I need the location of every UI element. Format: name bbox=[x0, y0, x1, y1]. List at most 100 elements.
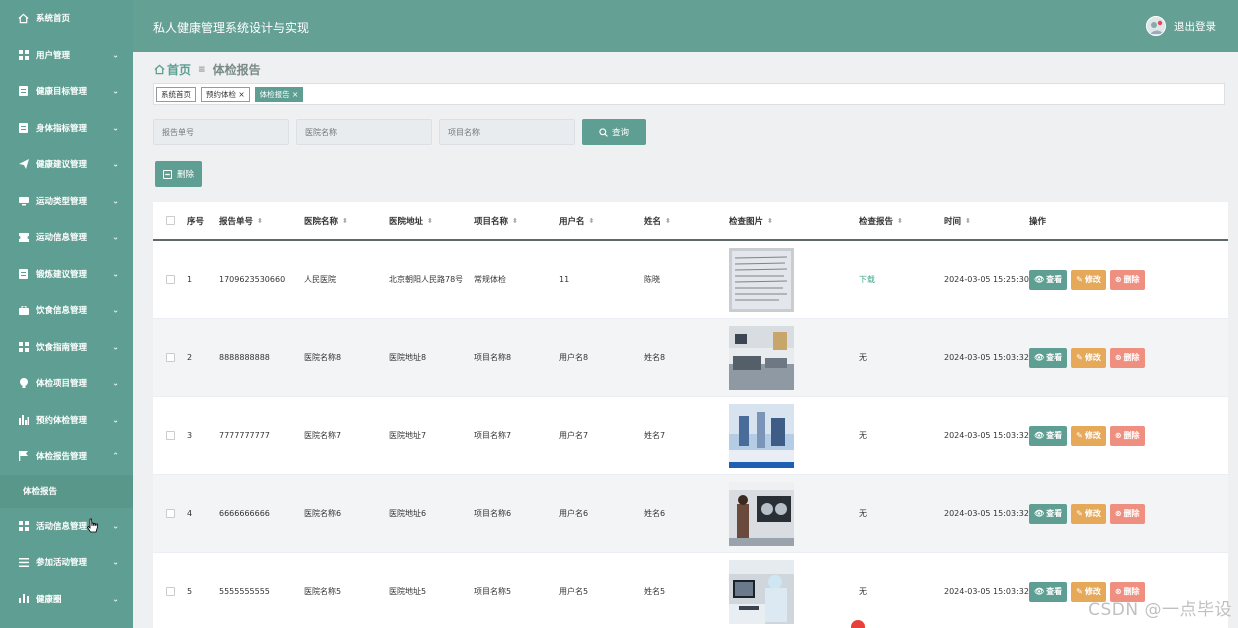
col-item[interactable]: 项目名称 ⬍ bbox=[474, 215, 559, 227]
tag-report[interactable]: 体检报告 × bbox=[254, 86, 304, 102]
chevron-down-icon: ⌄ bbox=[112, 50, 119, 60]
avatar[interactable] bbox=[1146, 16, 1166, 36]
tag-home[interactable]: 系统首页 bbox=[156, 86, 196, 102]
download-link[interactable]: 下载 bbox=[859, 274, 875, 285]
cell-name: 姓名6 bbox=[644, 509, 666, 518]
col-label: 医院名称 bbox=[304, 216, 339, 227]
logout-link[interactable]: 退出登录 bbox=[1174, 19, 1216, 34]
view-button[interactable]: 👁 查看 bbox=[1029, 503, 1068, 524]
delete-button[interactable]: ⊗ 删除 bbox=[1109, 269, 1145, 290]
edit-label: 修改 bbox=[1084, 275, 1101, 284]
delete-button[interactable]: ⊗ 删除 bbox=[1109, 425, 1145, 446]
breadcrumb-home[interactable]: 首页 bbox=[167, 61, 191, 78]
checkup-image[interactable] bbox=[729, 247, 794, 312]
col-image[interactable]: 检查图片 ⬍ bbox=[729, 215, 859, 227]
col-label: 检查报告 bbox=[859, 216, 894, 227]
report-no-input[interactable] bbox=[153, 119, 289, 145]
table-row: 2 8888888888 医院名称8 医院地址8 项目名称8 用户名8 姓名8 … bbox=[153, 319, 1228, 397]
col-report[interactable]: 检查报告 ⬍ bbox=[859, 215, 944, 227]
cell-username: 用户名7 bbox=[559, 431, 589, 440]
doc-icon bbox=[18, 86, 29, 97]
edit-button[interactable]: ✎ 修改 bbox=[1071, 503, 1106, 524]
col-label: 用户名 bbox=[559, 216, 585, 227]
cell-report: 无 bbox=[859, 353, 867, 362]
row-checkbox[interactable] bbox=[165, 509, 175, 518]
edit-button[interactable]: ✎ 修改 bbox=[1071, 269, 1106, 290]
chevron-down-icon: ⌄ bbox=[112, 342, 119, 352]
sidebar-item-checkup-booking[interactable]: 预约体检管理 ⌄ bbox=[0, 402, 133, 439]
tag-booking[interactable]: 预约体检 × bbox=[201, 86, 250, 102]
edit-icon: ✎ bbox=[1076, 587, 1083, 596]
tab-tags-bar: 系统首页 预约体检 × 体检报告 × bbox=[153, 83, 1225, 105]
chevron-down-icon: ⌄ bbox=[112, 557, 119, 567]
select-all-checkbox[interactable] bbox=[165, 216, 175, 225]
view-button[interactable]: 👁 查看 bbox=[1029, 269, 1068, 290]
sidebar-item-diet-guide[interactable]: 饮食指南管理 ⌄ bbox=[0, 329, 133, 366]
checkup-image[interactable] bbox=[729, 559, 794, 624]
chevron-down-icon: ⌄ bbox=[112, 196, 119, 206]
search-row: 查询 bbox=[153, 119, 646, 145]
chevron-down-icon: ⌄ bbox=[112, 123, 119, 133]
delete-button[interactable]: ⊗ 删除 bbox=[1109, 347, 1145, 368]
cell-time: 2024-03-05 15:03:32 bbox=[944, 353, 1029, 362]
sidebar-item-body-metrics[interactable]: 身体指标管理 ⌄ bbox=[0, 110, 133, 147]
sidebar-item-checkup-reports[interactable]: 体检报告管理 ⌃ bbox=[0, 438, 133, 475]
batch-delete-button[interactable]: 删除 bbox=[155, 161, 202, 187]
col-time[interactable]: 时间 ⬍ bbox=[944, 215, 1029, 227]
sidebar-item-health-circle[interactable]: 健康圈 ⌄ bbox=[0, 581, 133, 618]
sidebar-item-exercise-types[interactable]: 运动类型管理 ⌄ bbox=[0, 183, 133, 220]
col-report-no[interactable]: 报告单号 ⬍ bbox=[219, 215, 304, 227]
col-name[interactable]: 姓名 ⬍ bbox=[644, 215, 729, 227]
search-icon bbox=[599, 127, 608, 137]
sidebar-item-exercise-info[interactable]: 运动信息管理 ⌄ bbox=[0, 219, 133, 256]
breadcrumb-current: 体检报告 bbox=[212, 63, 261, 77]
row-checkbox[interactable] bbox=[165, 431, 175, 440]
search-button[interactable]: 查询 bbox=[582, 119, 646, 145]
cell-name: 陈晓 bbox=[644, 275, 660, 284]
sidebar-item-users[interactable]: 用户管理 ⌄ bbox=[0, 37, 133, 74]
sidebar-item-label: 健康目标管理 bbox=[36, 87, 88, 98]
checkup-image[interactable] bbox=[729, 481, 794, 546]
col-username[interactable]: 用户名 ⬍ bbox=[559, 215, 644, 227]
chevron-down-icon: ⌄ bbox=[112, 159, 119, 169]
col-hospital[interactable]: 医院名称 ⬍ bbox=[304, 215, 389, 227]
sidebar-item-diet-info[interactable]: 饮食信息管理 ⌄ bbox=[0, 292, 133, 329]
floating-indicator[interactable] bbox=[851, 620, 865, 628]
sidebar-item-health-goals[interactable]: 健康目标管理 ⌄ bbox=[0, 73, 133, 110]
chevron-down-icon: ⌄ bbox=[112, 594, 119, 604]
cell-time: 2024-03-05 15:25:30 bbox=[944, 275, 1029, 284]
view-label: 查看 bbox=[1046, 431, 1063, 440]
bulb-icon bbox=[18, 378, 29, 389]
sidebar-item-label: 身体指标管理 bbox=[36, 123, 88, 134]
sidebar-item-workout-advice[interactable]: 锻炼建议管理 ⌄ bbox=[0, 256, 133, 293]
checkup-image[interactable] bbox=[729, 403, 794, 468]
edit-button[interactable]: ✎ 修改 bbox=[1071, 425, 1106, 446]
cell-item: 项目名称7 bbox=[474, 431, 512, 440]
delete-label: 删除 bbox=[1123, 353, 1140, 362]
sidebar-item-label: 健康建议管理 bbox=[36, 160, 88, 171]
edit-button[interactable]: ✎ 修改 bbox=[1071, 347, 1106, 368]
cell-username: 11 bbox=[559, 275, 570, 284]
send-icon bbox=[18, 159, 29, 170]
checkup-image[interactable] bbox=[729, 325, 794, 390]
row-checkbox[interactable] bbox=[165, 353, 175, 362]
item-input[interactable] bbox=[439, 119, 575, 145]
hospital-input[interactable] bbox=[296, 119, 432, 145]
delete-icon bbox=[162, 169, 172, 179]
sidebar-item-label: 饮食指南管理 bbox=[36, 342, 88, 353]
delete-button[interactable]: ⊗ 删除 bbox=[1109, 503, 1145, 524]
view-button[interactable]: 👁 查看 bbox=[1029, 347, 1068, 368]
cell-report: 无 bbox=[859, 509, 867, 518]
sidebar-item-activity-info[interactable]: 活动信息管理 ⌄ bbox=[0, 508, 133, 545]
sidebar-item-health-advice[interactable]: 健康建议管理 ⌄ bbox=[0, 146, 133, 183]
col-address[interactable]: 医院地址 ⬍ bbox=[389, 215, 474, 227]
row-checkbox[interactable] bbox=[165, 275, 175, 284]
sidebar-subitem-checkup-report[interactable]: 体检报告 bbox=[0, 474, 133, 508]
sidebar-item-join-activity[interactable]: 参加活动管理 ⌄ bbox=[0, 544, 133, 581]
sidebar-item-checkup-items[interactable]: 体检项目管理 ⌄ bbox=[0, 365, 133, 402]
view-button[interactable]: 👁 查看 bbox=[1029, 425, 1068, 446]
sidebar-item-home[interactable]: 系统首页 bbox=[0, 0, 133, 37]
row-checkbox[interactable] bbox=[165, 587, 175, 596]
cell-name: 姓名8 bbox=[644, 353, 666, 362]
view-button[interactable]: 👁 查看 bbox=[1029, 581, 1068, 602]
